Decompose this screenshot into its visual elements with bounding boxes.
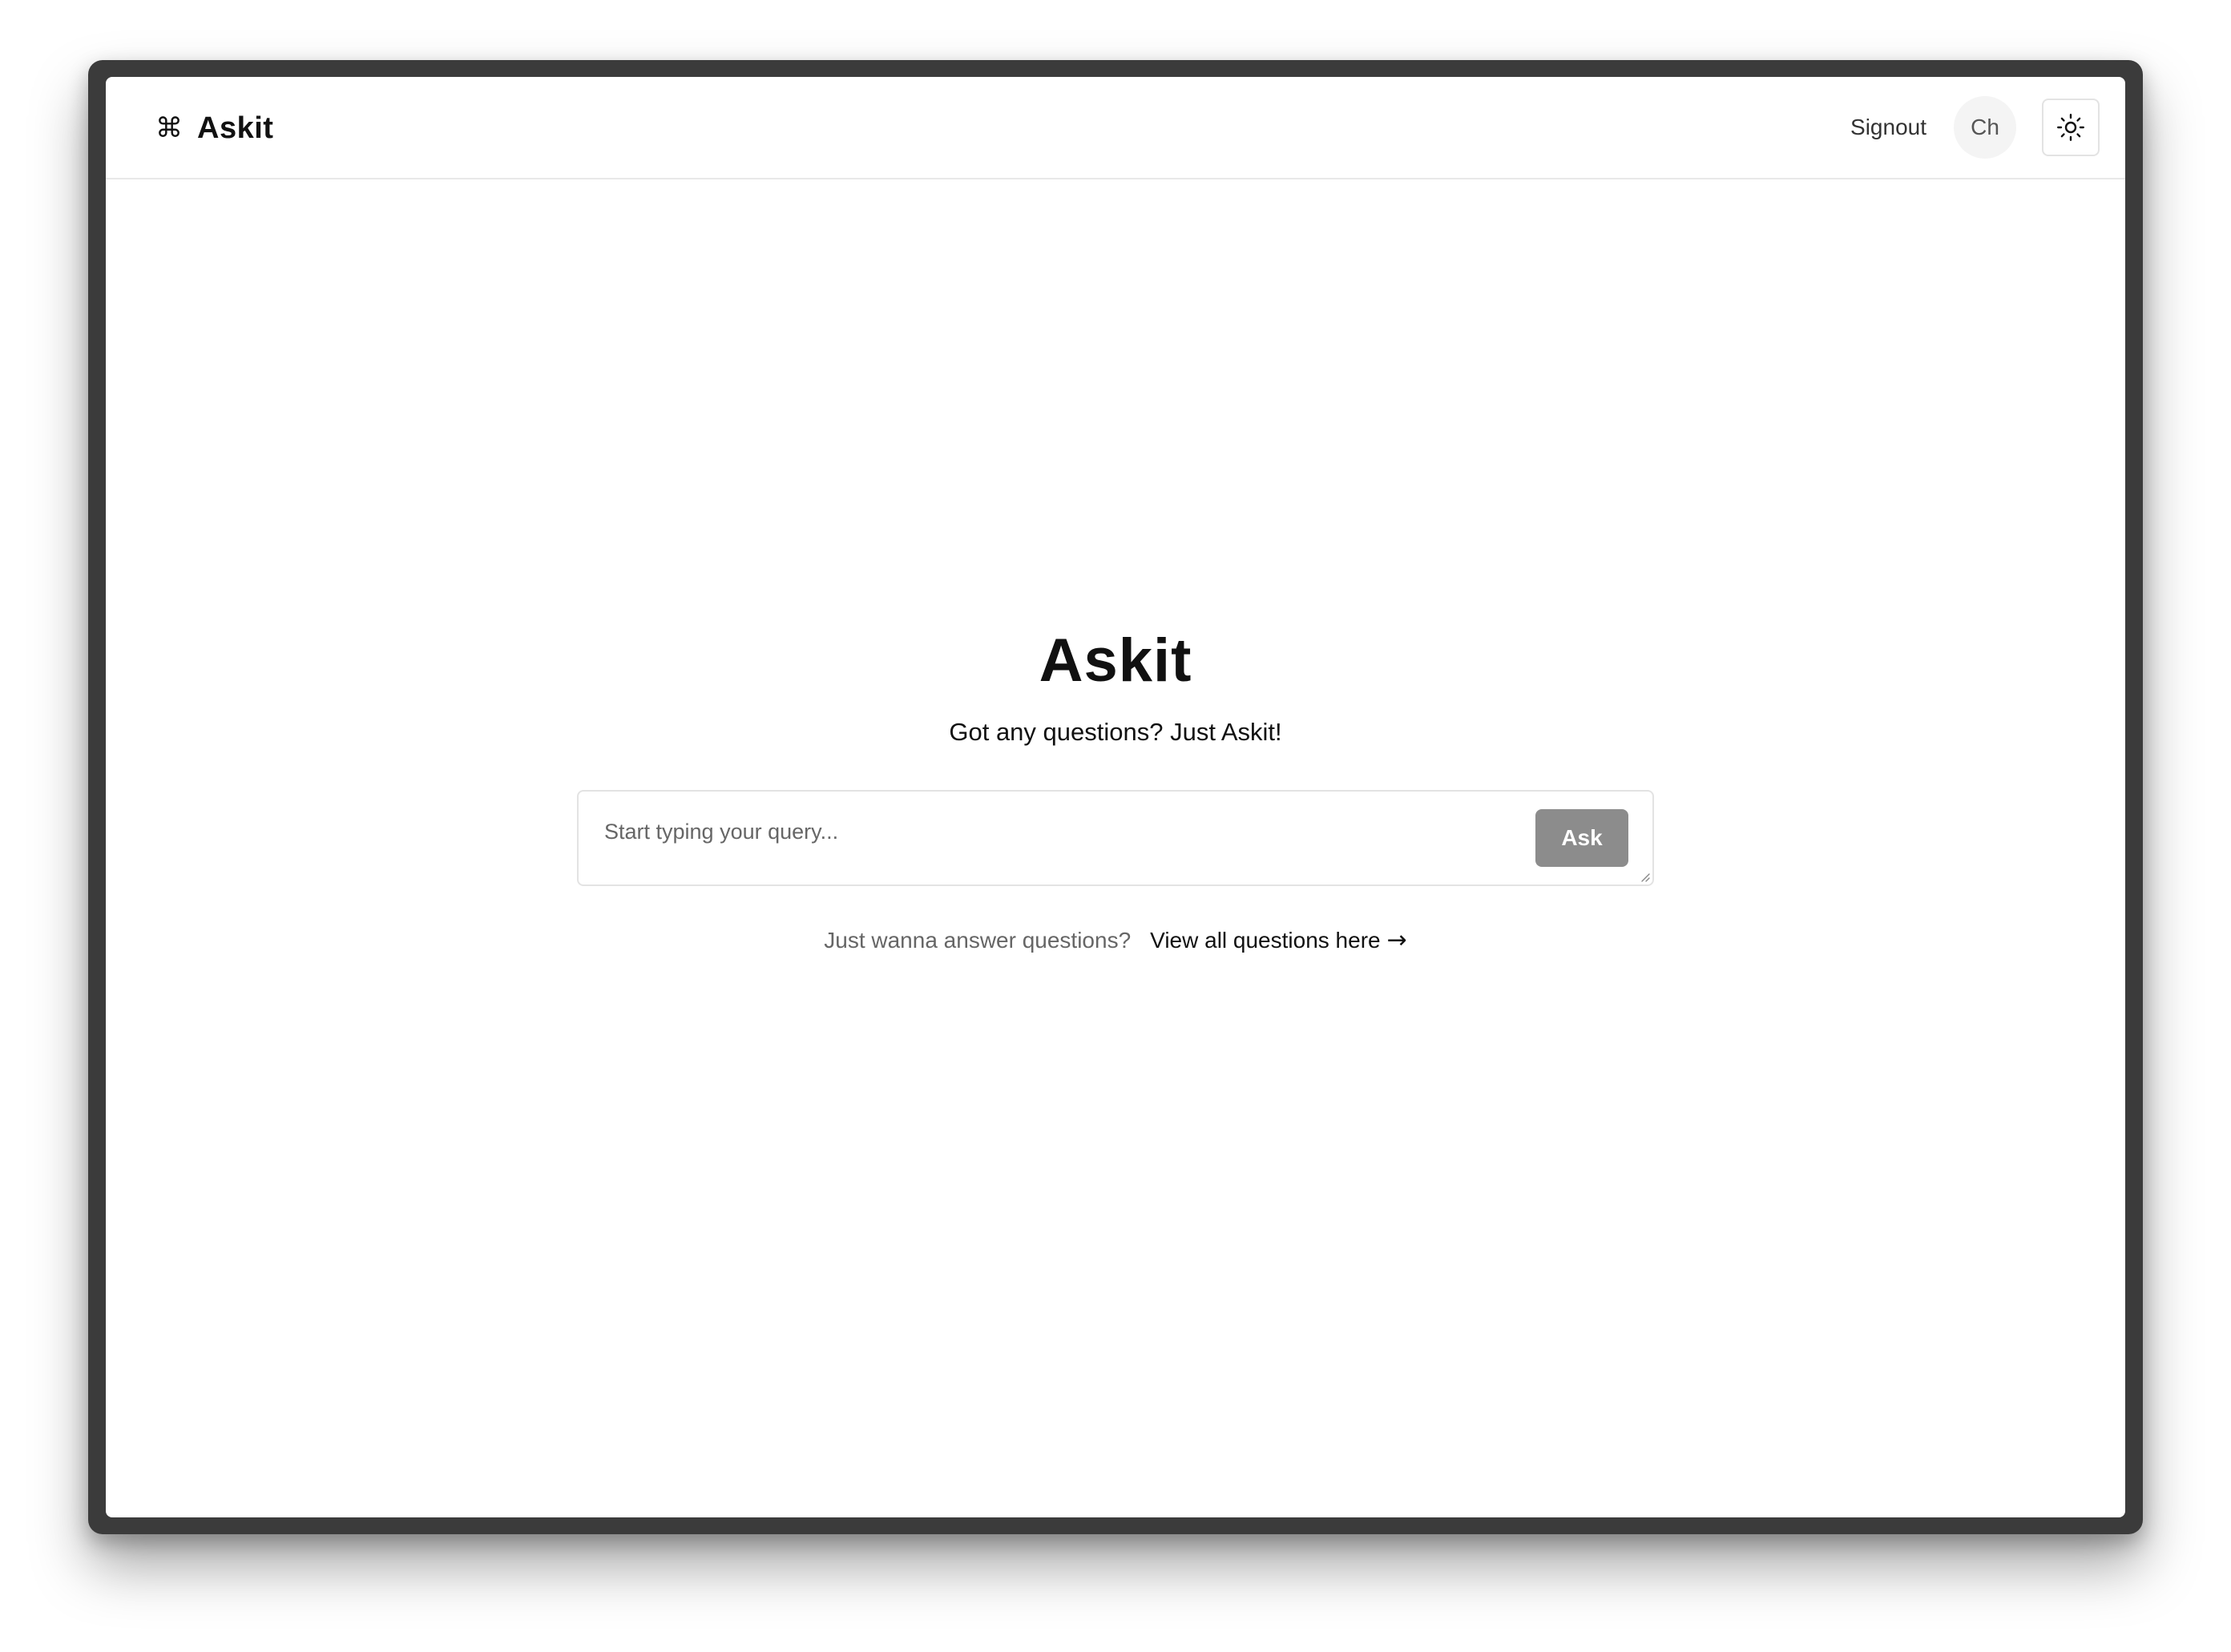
view-all-questions-link[interactable]: View all questions here → — [1150, 928, 1407, 953]
device-frame: ⌘ Askit Signout Ch Askit Got any questio… — [88, 60, 2143, 1534]
desktop-background: ⌘ Askit Signout Ch Askit Got any questio… — [0, 0, 2231, 1652]
arrow-right-icon: → — [1386, 926, 1407, 954]
answer-prompt: Just wanna answer questions? View all qu… — [106, 928, 2125, 953]
ask-button[interactable]: Ask — [1535, 809, 1628, 867]
page-subtitle: Got any questions? Just Askit! — [949, 718, 1282, 746]
main-content: Askit Got any questions? Just Askit! Ask… — [106, 77, 2125, 1517]
resize-handle-icon[interactable] — [1638, 870, 1651, 883]
query-input[interactable] — [604, 816, 1526, 848]
answer-hint-text: Just wanna answer questions? — [824, 928, 1132, 953]
page-title: Askit — [1039, 627, 1192, 695]
query-form: Ask — [577, 790, 1654, 886]
app-window: ⌘ Askit Signout Ch Askit Got any questio… — [106, 77, 2125, 1517]
view-all-questions-label: View all questions here — [1150, 928, 1381, 953]
